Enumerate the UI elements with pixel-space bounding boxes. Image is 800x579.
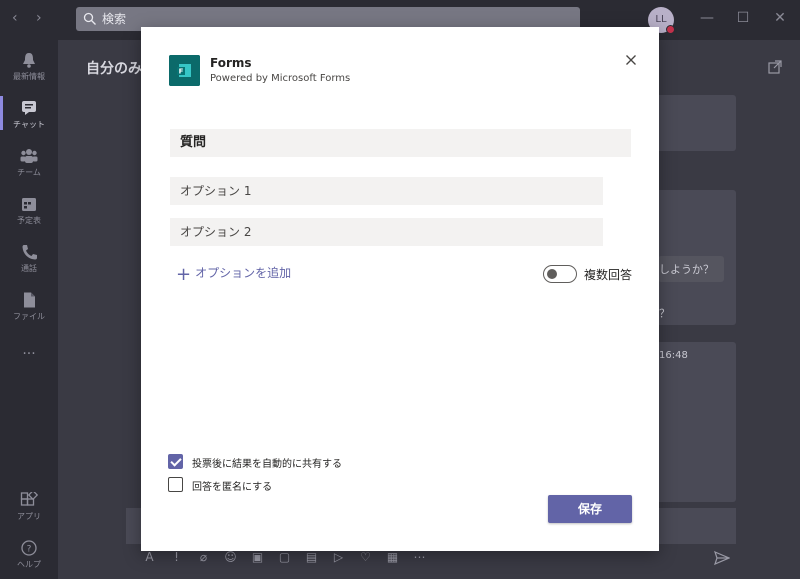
chat-title: 自分のみ — [86, 61, 142, 77]
plus-icon: + — [176, 264, 192, 285]
format-icon[interactable]: A — [136, 550, 163, 564]
more-label: ... — [22, 342, 36, 358]
attach-icon[interactable]: ⌀ — [190, 550, 217, 564]
message-snippet: ？ — [659, 307, 670, 320]
multi-answer-toggle[interactable] — [543, 265, 577, 283]
share-results-checkbox[interactable] — [168, 454, 183, 469]
help-icon: ? — [21, 540, 37, 556]
svg-text:F: F — [179, 68, 184, 76]
maximize-icon[interactable]: ☐ — [733, 10, 753, 26]
rail-label: アプリ — [17, 512, 41, 521]
option-input-2[interactable]: オプション 2 — [170, 218, 603, 246]
phone-icon — [22, 245, 37, 260]
share-results-label: 投票後に結果を自動的に共有する — [192, 459, 342, 470]
forms-poll-dialog: F Forms Powered by Microsoft Forms 質問 オプ… — [141, 27, 659, 551]
app-name: Forms — [210, 56, 252, 70]
popout-icon[interactable] — [768, 60, 782, 74]
status-dot-icon — [666, 25, 675, 34]
window-close-icon[interactable]: ✕ — [770, 10, 790, 26]
stream-icon[interactable]: ▷ — [325, 550, 352, 564]
search-icon — [83, 12, 96, 25]
save-button[interactable]: 保存 — [548, 495, 632, 523]
more-apps-icon[interactable]: ... — [0, 342, 58, 358]
avatar-initials: LL — [655, 14, 667, 25]
emoji-icon[interactable]: ☺ — [217, 550, 244, 564]
gif-icon[interactable]: ▣ — [244, 550, 271, 564]
rail-item-chat[interactable]: チャット — [0, 96, 58, 130]
file-icon — [24, 292, 35, 308]
bell-icon — [23, 53, 35, 68]
apps-icon — [20, 492, 38, 506]
rail-label: 通話 — [21, 264, 37, 273]
rail-label: 最新情報 — [13, 72, 45, 81]
rail-label: ファイル — [13, 312, 45, 321]
anonymous-label: 回答を匿名にする — [192, 482, 273, 493]
rail-item-help[interactable]: ? ヘルプ — [0, 540, 58, 570]
rail-item-calls[interactable]: 通話 — [0, 244, 58, 274]
calendar-icon — [22, 198, 36, 211]
close-icon[interactable] — [623, 52, 639, 68]
praise-icon[interactable]: ♡ — [352, 550, 379, 564]
message-timestamp: 16:48 — [659, 350, 688, 361]
anonymous-checkbox[interactable] — [168, 477, 183, 492]
rail-label: チーム — [17, 168, 41, 177]
forward-arrow-icon[interactable]: › — [36, 10, 42, 26]
forms-icon[interactable]: ▦ — [379, 550, 406, 564]
add-option-label: オプションを追加 — [195, 266, 292, 280]
forms-logo-icon: F — [169, 55, 200, 86]
search-placeholder: 検索 — [102, 12, 127, 26]
app-rail: 最新情報 チャット チーム 予定表 通話 ファイル ... アプリ ? ヘルプ — [0, 40, 58, 579]
send-icon[interactable] — [714, 550, 730, 566]
chat-icon — [22, 101, 36, 115]
back-arrow-icon[interactable]: ‹ — [12, 10, 18, 26]
rail-item-apps[interactable]: アプリ — [0, 492, 58, 522]
more-options-icon[interactable]: ⋯ — [406, 550, 433, 564]
rail-item-calendar[interactable]: 予定表 — [0, 196, 58, 226]
multi-answer-label: 複数回答 — [584, 268, 633, 282]
rail-label: ヘルプ — [17, 560, 41, 569]
rail-item-teams[interactable]: チーム — [0, 148, 58, 178]
compose-toolbar: A! ⌀ ☺ ▣ ▢ ▤ ▷ ♡ ▦ ⋯ — [136, 550, 433, 564]
message-snippet: しようか？ — [659, 263, 714, 276]
rail-label: チャット — [13, 120, 45, 129]
add-option-button[interactable]: + オプションを追加 — [176, 264, 291, 285]
toggle-knob — [547, 269, 557, 279]
rail-item-activity[interactable]: 最新情報 — [0, 52, 58, 82]
minimize-icon[interactable]: — — [697, 10, 717, 26]
sticker-icon[interactable]: ▢ — [271, 550, 298, 564]
option-input-1[interactable]: オプション 1 — [170, 177, 603, 205]
important-icon[interactable]: ! — [163, 550, 190, 564]
rail-label: 予定表 — [17, 216, 41, 225]
meet-icon[interactable]: ▤ — [298, 550, 325, 564]
app-subtitle: Powered by Microsoft Forms — [210, 73, 351, 84]
svg-text:?: ? — [27, 545, 32, 555]
teams-icon — [20, 149, 38, 163]
rail-item-files[interactable]: ファイル — [0, 292, 58, 322]
question-input[interactable]: 質問 — [170, 129, 631, 157]
